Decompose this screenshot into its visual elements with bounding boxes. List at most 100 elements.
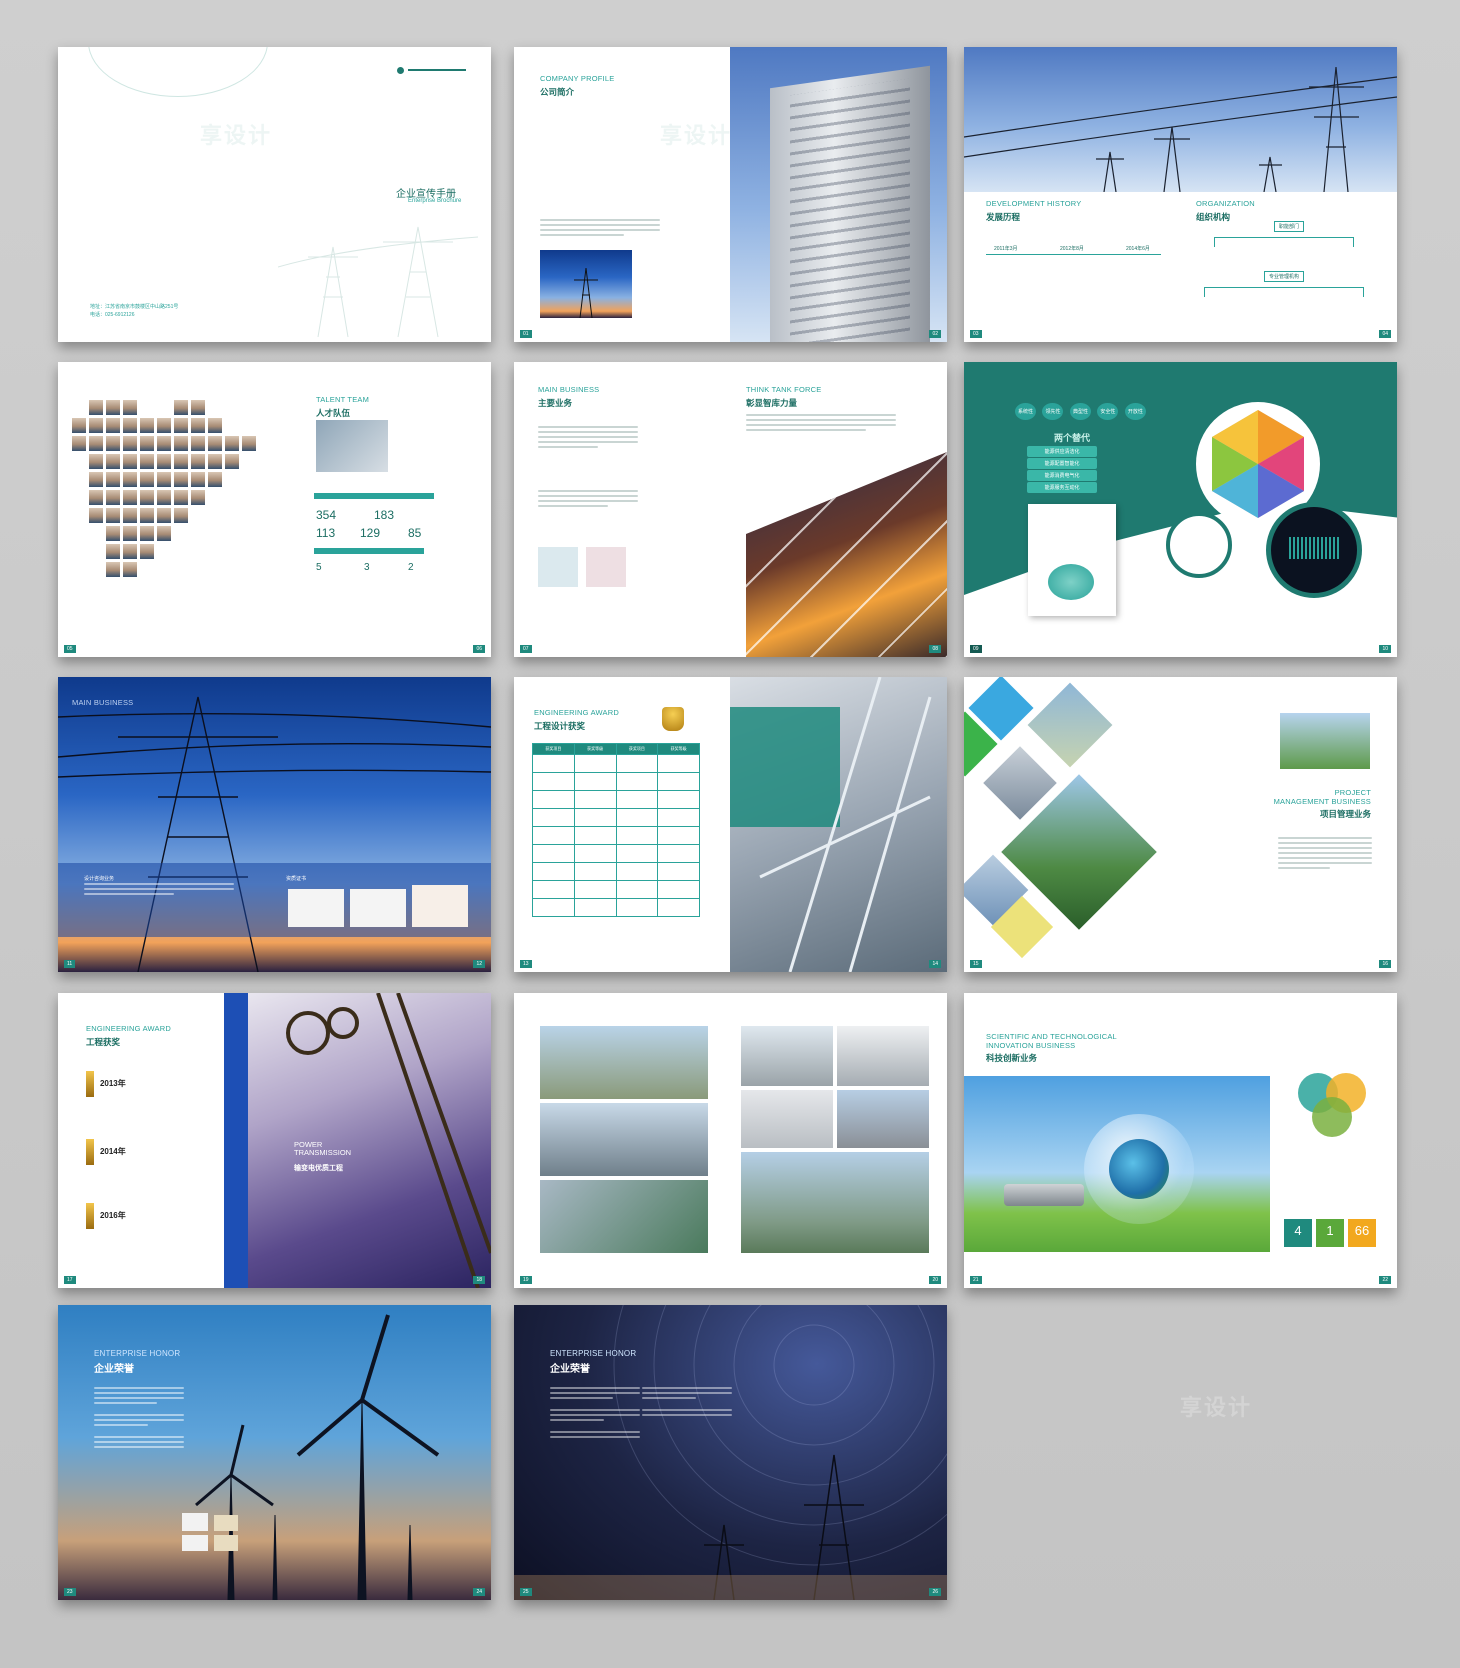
staff-portrait [191,544,205,559]
page-number: 26 [929,1588,941,1596]
org-node-mid: 专业管理机构 [1264,271,1305,282]
photo-building-2 [837,1026,929,1086]
badge-value: 1 [1326,1223,1334,1238]
certificate [412,885,468,927]
staff-portrait [89,418,103,433]
staff-portrait [123,454,137,469]
staff-portrait [208,490,222,505]
staff-portrait [140,454,154,469]
section-en: MAIN BUSINESS [538,385,600,394]
staff-portrait [72,526,86,541]
staff-portrait [225,508,239,523]
section-cn: 工程设计获奖 [534,720,586,731]
section-en: THINK TANK FORCE [746,385,822,394]
project-text [1278,837,1372,872]
award-year: 2013年 [99,1078,126,1088]
page-number: 23 [64,1588,76,1596]
staff-portrait [140,436,154,451]
table-header: 获奖等级 [657,743,700,755]
staff-portrait [106,562,120,577]
staff-portrait [174,454,188,469]
section-cn: 企业荣誉 [550,1364,590,1376]
staff-portrait [140,400,154,415]
section-en: ENTERPRISE HONOR [94,1349,181,1358]
talent-heading: TALENT TEAM 人才队伍 [316,395,369,419]
values-item: 能源服务互动化 [1027,482,1097,493]
page-number: 19 [520,1276,532,1284]
photo-lineworker [248,993,491,1288]
award-item: 2016年 [86,1203,126,1229]
spread-values: 系统性 领先性 典型性 安全性 开放性 两个替代 能源供应清洁化 能源配置智能化… [964,362,1397,657]
staff-portrait [157,400,171,415]
staff-portrait [106,544,120,559]
page-number: 21 [970,1276,982,1284]
spread-business: MAIN BUSINESS 主要业务 THINK TANK FORCE 彰显智库… [514,362,947,657]
page-number: 18 [473,1276,485,1284]
staff-portrait [89,562,103,577]
value-tags: 系统性 领先性 典型性 安全性 开放性 [1014,400,1147,421]
think-tank-heading: THINK TANK FORCE 彰显智库力量 [746,385,822,409]
value-tag: 开放性 [1124,403,1146,420]
staff-portrait [242,418,256,433]
page-number: 20 [929,1276,941,1284]
spread-eng-award: ENGINEERING AWARD 工程获奖 2013年 2014年 2016年… [58,993,491,1288]
staff-portrait [225,418,239,433]
staff-portrait [89,454,103,469]
map-thumbnail [586,547,626,587]
caption: 设计咨询业务 [84,876,115,882]
photo-building-aerial [1280,713,1370,769]
staff-portrait [106,400,120,415]
table-row [532,808,700,827]
stat-value: 129 [360,526,381,540]
staff-portrait [225,454,239,469]
staff-portrait [225,562,239,577]
page-number: 03 [970,330,982,338]
section-cn: 人才队伍 [316,407,351,418]
staff-portrait [106,526,120,541]
values-list: 能源供应清洁化 能源配置智能化 能源消费电气化 能源服务互动化 [1026,445,1098,494]
staff-portrait [174,418,188,433]
table-row [532,862,700,881]
trophy-icon [662,707,684,731]
org-node-top: 职能部门 [1274,221,1305,232]
spread-award-table: ENGINEERING AWARD 工程设计获奖 获奖项目 获奖等级 获奖项目 … [514,677,947,972]
watermark: 享设计 [1180,1395,1253,1420]
number-badge: 66 [1348,1219,1376,1247]
photo-team-meeting [316,420,388,472]
honor-plaque [214,1515,238,1531]
award-item: 2014年 [86,1139,126,1165]
page-number: 10 [1379,645,1391,653]
staff-portrait [225,436,239,451]
values-heading: 两个替代 [1054,433,1091,443]
eng-award-heading: ENGINEERING AWARD 工程获奖 [86,1024,171,1048]
photo-worker-tower [730,677,947,972]
certificate [350,889,406,927]
staff-portrait [242,400,256,415]
staff-portrait [157,562,171,577]
values-item: 能源配置智能化 [1027,458,1097,469]
staff-portrait [242,472,256,487]
section-cn: 主要业务 [538,397,573,408]
page-number: 01 [520,330,532,338]
staff-portrait [174,508,188,523]
staff-portrait [191,526,205,541]
table-row [532,790,700,809]
photo-building-1 [741,1026,833,1086]
staff-portrait [72,508,86,523]
staff-portrait [123,544,137,559]
tower-line-art [278,226,478,337]
stat-value: 3 [364,562,370,573]
honor-plaque [182,1535,208,1551]
staff-portrait [208,544,222,559]
page-number: 15 [970,960,982,968]
photo-office-building [730,47,947,342]
caption: 资质证书 [286,876,307,882]
staff-portrait [106,472,120,487]
cover-subtitle: Enterprise Brochure [408,198,462,204]
photo-building-3 [741,1090,833,1148]
award-year: 2016年 [99,1210,126,1220]
profile-text [540,219,660,239]
award-item: 2013年 [86,1071,126,1097]
staff-portrait [157,544,171,559]
timeline-line [986,254,1161,255]
